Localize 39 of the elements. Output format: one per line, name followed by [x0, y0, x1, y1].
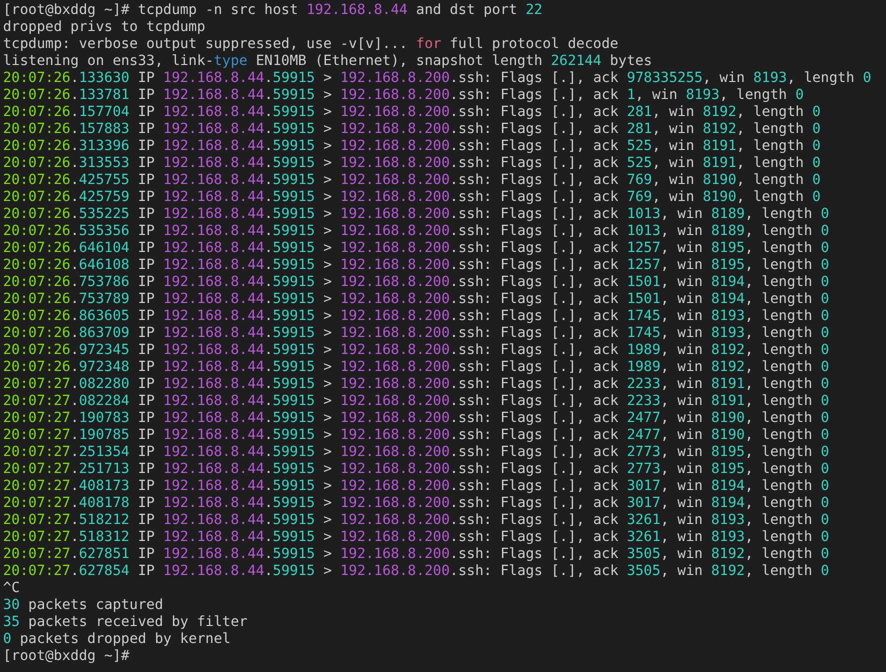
terminal-line: [root@bxddg ~]# — [3, 648, 130, 665]
terminal-line: 20:07:26.425759 IP 192.168.8.44.59915 > 192.168.8.200.ssh: Flags [.], ack 769, win 8190, length 0 — [3, 189, 821, 206]
terminal-line: 20:07:26.972348 IP 192.168.8.44.59915 > 192.168.8.200.ssh: Flags [.], ack 1989, win 8192, length 0 — [3, 359, 830, 376]
terminal-line: 20:07:26.646108 IP 192.168.8.44.59915 > 192.168.8.200.ssh: Flags [.], ack 1257, win 8195, length 0 — [3, 257, 830, 274]
terminal-line: 20:07:26.157704 IP 192.168.8.44.59915 > 192.168.8.200.ssh: Flags [.], ack 281, win 8192, length 0 — [3, 104, 821, 121]
terminal-line: tcpdump: verbose output suppressed, use -v[v]... for full protocol decode — [3, 36, 618, 53]
terminal-line: 30 packets captured — [3, 597, 164, 614]
terminal-line: 20:07:27.408178 IP 192.168.8.44.59915 > 192.168.8.200.ssh: Flags [.], ack 3017, win 8194, length 0 — [3, 495, 830, 512]
terminal-line: [root@bxddg ~]# tcpdump -n src host 192.168.8.44 and dst port 22 — [3, 2, 542, 19]
terminal-line: 20:07:26.535356 IP 192.168.8.44.59915 > 192.168.8.200.ssh: Flags [.], ack 1013, win 8189, length 0 — [3, 223, 830, 240]
terminal-line: 20:07:26.133630 IP 192.168.8.44.59915 > 192.168.8.200.ssh: Flags [.], ack 978335255, win 8193, length 0 — [3, 70, 872, 87]
terminal-line: 20:07:27.627851 IP 192.168.8.44.59915 > 192.168.8.200.ssh: Flags [.], ack 3505, win 8192, length 0 — [3, 546, 830, 563]
terminal-line: 20:07:26.535225 IP 192.168.8.44.59915 > 192.168.8.200.ssh: Flags [.], ack 1013, win 8189, length 0 — [3, 206, 830, 223]
terminal-line: 20:07:26.753786 IP 192.168.8.44.59915 > 192.168.8.200.ssh: Flags [.], ack 1501, win 8194, length 0 — [3, 274, 830, 291]
terminal-line: 20:07:26.157883 IP 192.168.8.44.59915 > 192.168.8.200.ssh: Flags [.], ack 281, win 8192, length 0 — [3, 121, 821, 138]
terminal-line: 20:07:27.190785 IP 192.168.8.44.59915 > 192.168.8.200.ssh: Flags [.], ack 2477, win 8190, length 0 — [3, 427, 830, 444]
terminal-line: 20:07:27.518212 IP 192.168.8.44.59915 > 192.168.8.200.ssh: Flags [.], ack 3261, win 8193, length 0 — [3, 512, 830, 529]
terminal-line: 20:07:26.753789 IP 192.168.8.44.59915 > 192.168.8.200.ssh: Flags [.], ack 1501, win 8194, length 0 — [3, 291, 830, 308]
terminal-line: 20:07:26.863709 IP 192.168.8.44.59915 > 192.168.8.200.ssh: Flags [.], ack 1745, win 8193, length 0 — [3, 325, 830, 342]
terminal-line: 20:07:27.190783 IP 192.168.8.44.59915 > 192.168.8.200.ssh: Flags [.], ack 2477, win 8190, length 0 — [3, 410, 830, 427]
terminal-line: 20:07:26.313553 IP 192.168.8.44.59915 > 192.168.8.200.ssh: Flags [.], ack 525, win 8191, length 0 — [3, 155, 821, 172]
terminal-line: 35 packets received by filter — [3, 614, 248, 631]
terminal-line: ^C — [3, 580, 20, 597]
terminal-line: 20:07:27.518312 IP 192.168.8.44.59915 > 192.168.8.200.ssh: Flags [.], ack 3261, win 8193, length 0 — [3, 529, 830, 546]
terminal-line: 20:07:27.251354 IP 192.168.8.44.59915 > 192.168.8.200.ssh: Flags [.], ack 2773, win 8195, length 0 — [3, 444, 830, 461]
terminal-line: 20:07:26.972345 IP 192.168.8.44.59915 > 192.168.8.200.ssh: Flags [.], ack 1989, win 8192, length 0 — [3, 342, 830, 359]
terminal-line: 20:07:27.408173 IP 192.168.8.44.59915 > 192.168.8.200.ssh: Flags [.], ack 3017, win 8194, length 0 — [3, 478, 830, 495]
terminal-line: listening on ens33, link-type EN10MB (Ethernet), snapshot length 262144 bytes — [3, 53, 652, 70]
terminal-line: 20:07:27.627854 IP 192.168.8.44.59915 > 192.168.8.200.ssh: Flags [.], ack 3505, win 8192, length 0 — [3, 563, 830, 580]
terminal-line: 20:07:27.251713 IP 192.168.8.44.59915 > 192.168.8.200.ssh: Flags [.], ack 2773, win 8195, length 0 — [3, 461, 830, 478]
terminal-line: 20:07:26.133781 IP 192.168.8.44.59915 > 192.168.8.200.ssh: Flags [.], ack 1, win 8193, length 0 — [3, 87, 804, 104]
terminal-line: 0 packets dropped by kernel — [3, 631, 231, 648]
terminal-line: 20:07:26.646104 IP 192.168.8.44.59915 > 192.168.8.200.ssh: Flags [.], ack 1257, win 8195, length 0 — [3, 240, 830, 257]
terminal-line: 20:07:26.313396 IP 192.168.8.44.59915 > 192.168.8.200.ssh: Flags [.], ack 525, win 8191, length 0 — [3, 138, 821, 155]
terminal-line: 20:07:27.082280 IP 192.168.8.44.59915 > 192.168.8.200.ssh: Flags [.], ack 2233, win 8191, length 0 — [3, 376, 830, 393]
terminal-line: dropped privs to tcpdump — [3, 19, 206, 36]
terminal-line: 20:07:26.425755 IP 192.168.8.44.59915 > 192.168.8.200.ssh: Flags [.], ack 769, win 8190, length 0 — [3, 172, 821, 189]
terminal-line: 20:07:26.863605 IP 192.168.8.44.59915 > 192.168.8.200.ssh: Flags [.], ack 1745, win 8193, length 0 — [3, 308, 830, 325]
terminal-line: 20:07:27.082284 IP 192.168.8.44.59915 > 192.168.8.200.ssh: Flags [.], ack 2233, win 8191, length 0 — [3, 393, 830, 410]
